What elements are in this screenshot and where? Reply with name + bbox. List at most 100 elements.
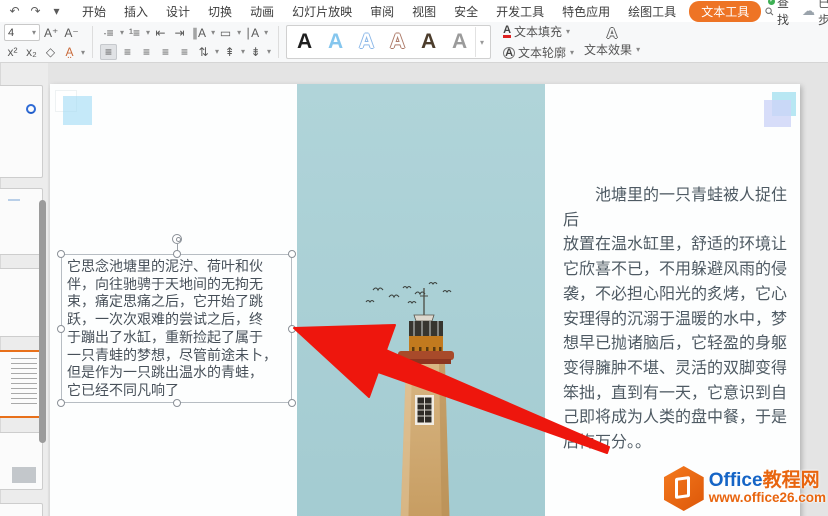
- subscript-button[interactable]: x₂: [23, 44, 40, 60]
- text-effects-icon: A: [606, 24, 618, 42]
- resize-handle-bottomcenter[interactable]: [172, 399, 181, 407]
- thumbnail-scrollbar[interactable]: [39, 200, 46, 443]
- wordart-style-brown-outline[interactable]: A: [382, 27, 413, 57]
- justify-button[interactable]: ≡: [157, 44, 174, 60]
- resize-handle-bottomleft[interactable]: [57, 399, 65, 407]
- resize-handle-topleft[interactable]: [57, 250, 65, 258]
- lighthouse-photo[interactable]: [297, 84, 545, 516]
- slide-canvas[interactable]: 它思念池塘里的泥泞、荷叶和伙 伴，向往驰骋于天地间的无拘无 束，痛定思痛之后，它…: [50, 84, 800, 516]
- text-fill-button[interactable]: A 文本填充 ▾: [503, 23, 574, 40]
- text-effects-caret-icon: ▾: [636, 44, 641, 54]
- right-textbox[interactable]: 池塘里的一只青蛙被人捉住后 放置在温水缸里，舒适的环境让 它欣喜不已，不用躲避风…: [557, 180, 797, 451]
- grow-font-button[interactable]: A⁺: [42, 25, 60, 41]
- text-box-button[interactable]: ▭: [217, 25, 234, 41]
- text-outline-caret-icon: ▾: [570, 48, 575, 57]
- thumbnail-image-placeholder: [12, 467, 36, 483]
- decrease-indent-button[interactable]: ⇤: [152, 25, 169, 41]
- sync-status[interactable]: ☁ ✓ 已同步 ▾: [768, 0, 828, 28]
- space-above-button[interactable]: ⇞: [221, 44, 238, 60]
- line-spacing-button[interactable]: ⇅: [195, 44, 212, 60]
- resize-handle-midright[interactable]: [288, 324, 296, 333]
- decor-square-topright-lavender: [764, 100, 791, 127]
- wordart-style-gray[interactable]: A: [444, 27, 475, 57]
- watermark-url: www.office26.com: [708, 490, 826, 506]
- align-left-button[interactable]: ≡: [100, 43, 118, 60]
- space-below-button[interactable]: ⇟: [247, 44, 264, 60]
- redo-icon[interactable]: ↷: [27, 3, 44, 19]
- numbering-button[interactable]: ¹≡: [126, 25, 143, 41]
- space-below-caret-icon: ▾: [267, 47, 272, 56]
- wordart-style-plain[interactable]: A: [289, 27, 320, 57]
- menu-security[interactable]: 安全: [445, 1, 487, 22]
- shrink-font-button[interactable]: A⁻: [62, 25, 80, 41]
- office-logo-icon: [663, 466, 704, 511]
- columns-caret-icon: ▾: [264, 28, 269, 37]
- menu-special-apps[interactable]: 特色应用: [553, 1, 619, 22]
- left-textbox-selected[interactable]: 它思念池塘里的泥泞、荷叶和伙 伴，向往驰骋于天地间的无拘无 束，痛定思痛之后，它…: [57, 234, 296, 407]
- menu-review[interactable]: 审阅: [361, 1, 403, 22]
- increase-indent-button[interactable]: ⇥: [171, 25, 188, 41]
- menu-design[interactable]: 设计: [157, 1, 199, 22]
- resize-handle-midleft[interactable]: [57, 324, 65, 333]
- menu-transitions[interactable]: 切换: [199, 1, 241, 22]
- slide-thumbnail-2[interactable]: [0, 188, 43, 255]
- superscript-button[interactable]: x²: [4, 44, 21, 60]
- menu-home[interactable]: 开始: [73, 1, 115, 22]
- resize-handle-topright[interactable]: [288, 250, 296, 258]
- history-more-icon[interactable]: ▾: [48, 3, 65, 19]
- text-tools-ribbon: 4 ▾ A⁺ A⁻ x² x₂ ◇ A̤ ▾ ∙≡ ▾ ¹≡ ▾ ⇤ ⇥ ∥A ▾ ▭…: [0, 22, 828, 63]
- text-direction-button[interactable]: ∥A: [190, 25, 208, 41]
- wordart-style-lightblue[interactable]: A: [320, 27, 351, 57]
- text-outline-button[interactable]: A 文本轮廓 ▾: [503, 44, 574, 61]
- watermark-brand-blue: Office: [708, 470, 763, 492]
- slide-thumbnail-panel: [0, 63, 48, 516]
- text-fill-caret-icon: ▾: [566, 27, 571, 36]
- resize-handle-bottomright[interactable]: [288, 399, 296, 407]
- align-center-button[interactable]: ≡: [119, 44, 136, 60]
- font-size-value: 4: [8, 26, 15, 39]
- menu-bar: ↶ ↷ ▾ 开始 插入 设计 切换 动画 幻灯片放映 审阅 视图 安全 开发工具…: [0, 0, 828, 27]
- menu-insert[interactable]: 插入: [115, 1, 157, 22]
- office26-watermark: Office教程网 www.office26.com: [663, 466, 826, 511]
- editing-workspace: 它思念池塘里的泥泞、荷叶和伙 伴，向往驰骋于天地间的无拘无 束，痛定思痛之后，它…: [0, 63, 828, 516]
- menu-drawing-tools[interactable]: 绘图工具: [619, 1, 685, 22]
- text-fill-icon: A: [503, 24, 512, 38]
- undo-icon[interactable]: ↶: [6, 3, 23, 19]
- find-label: 查找: [776, 0, 789, 27]
- rotate-handle[interactable]: [171, 234, 182, 244]
- wordart-style-darkbrown[interactable]: A: [413, 27, 444, 57]
- menu-animation[interactable]: 动画: [241, 1, 283, 22]
- text-effects-label: 文本效果: [584, 42, 633, 57]
- wordart-style-gallery: A A A A A A ▾: [286, 25, 492, 59]
- slide-thumbnail-4-selected[interactable]: [0, 350, 43, 418]
- wordart-gallery-more-button[interactable]: ▾: [475, 27, 488, 57]
- columns-button[interactable]: ∣A: [243, 25, 261, 41]
- slide-thumbnail-6[interactable]: [0, 503, 43, 516]
- resize-handle-topcenter[interactable]: [172, 250, 181, 258]
- distribute-button[interactable]: ≡: [176, 44, 193, 60]
- font-size-combo[interactable]: 4 ▾: [4, 24, 40, 41]
- text-fill-label: 文本填充: [514, 25, 563, 39]
- menu-text-tools-active-tab[interactable]: 文本工具: [689, 0, 762, 22]
- menu-devtools[interactable]: 开发工具: [487, 1, 553, 22]
- text-effects-button[interactable]: A 文本效果 ▾: [584, 24, 641, 58]
- menu-view[interactable]: 视图: [403, 1, 445, 22]
- menu-slideshow[interactable]: 幻灯片放映: [283, 1, 361, 22]
- wordart-style-blue-outline[interactable]: A: [351, 27, 382, 57]
- decor-square-topleft-blue: [63, 96, 92, 125]
- line-spacing-caret-icon: ▾: [215, 47, 220, 56]
- font-size-caret-icon: ▾: [31, 28, 36, 37]
- slide-thumbnail-1[interactable]: [0, 85, 43, 178]
- slide-thumbnail-5[interactable]: [0, 432, 43, 490]
- phonetic-caret-icon: ▾: [81, 47, 86, 57]
- cloud-icon: ☁: [802, 3, 816, 18]
- align-right-button[interactable]: ≡: [138, 44, 155, 60]
- office-logo-doc-shape: [674, 475, 690, 500]
- bullets-button[interactable]: ∙≡: [100, 25, 117, 41]
- phonetic-guide-button[interactable]: A̤: [61, 44, 78, 60]
- slide-thumbnail-3[interactable]: [0, 268, 43, 337]
- text-outline-icon: A: [503, 46, 516, 59]
- toolbar-separator: [92, 26, 94, 58]
- clear-format-button[interactable]: ◇: [42, 44, 59, 60]
- text-outline-label: 文本轮廓: [518, 46, 567, 60]
